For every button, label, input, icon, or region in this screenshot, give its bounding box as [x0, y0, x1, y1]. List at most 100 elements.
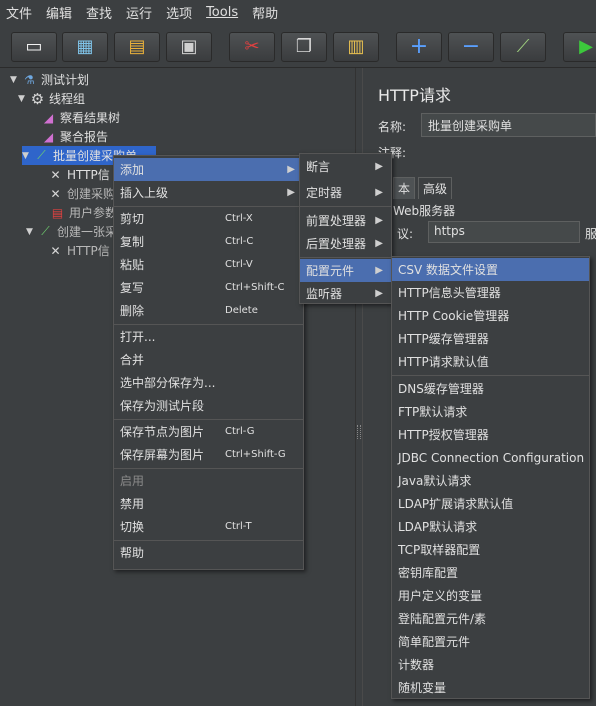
menu-item-csv-data-set[interactable]: CSV 数据文件设置 — [392, 258, 589, 281]
menu-help[interactable]: 帮助 — [252, 3, 278, 22]
cut-button[interactable]: ✂ — [229, 32, 275, 62]
menu-item-help[interactable]: 帮助 — [114, 541, 303, 564]
menu-item-request-defaults[interactable]: HTTP请求默认值 — [392, 350, 589, 373]
menu-item-counter[interactable]: 计数器 — [392, 653, 589, 676]
menu-item-label: DNS缓存管理器 — [398, 382, 484, 396]
expand-button[interactable]: + — [396, 32, 442, 62]
menu-tools[interactable]: Tools — [206, 5, 238, 20]
menu-item-jdbc-config[interactable]: JDBC Connection Configuration — [392, 446, 589, 469]
menu-item-assertions[interactable]: 断言 ▶ — [300, 155, 391, 178]
tab-advanced[interactable]: 高级 — [418, 177, 453, 199]
tree-node-view-results[interactable]: ◢ 察看结果树 — [41, 108, 120, 127]
copy-icon: ❐ — [295, 36, 313, 57]
menu-item-open[interactable]: 打开... — [114, 325, 303, 348]
menu-item-ftp-defaults[interactable]: FTP默认请求 — [392, 400, 589, 423]
menu-item-ldap-defaults[interactable]: LDAP默认请求 — [392, 515, 589, 538]
menu-item-cache-manager[interactable]: HTTP缓存管理器 — [392, 327, 589, 350]
menu-item-label: 前置处理器 — [306, 214, 367, 228]
shortcut-label: Ctrl+Shift-C — [225, 282, 285, 293]
menu-item-tcp-sampler-config[interactable]: TCP取样器配置 — [392, 538, 589, 561]
menu-item-dns-cache[interactable]: DNS缓存管理器 — [392, 377, 589, 400]
tree-node-create-purchase[interactable]: ✕ 创建采购 — [48, 184, 115, 203]
menu-item-label: 打开... — [120, 330, 156, 344]
new-button[interactable]: ▭ — [11, 32, 57, 62]
wand-icon: ⟋ — [516, 36, 530, 57]
open-button[interactable]: ▤ — [114, 32, 160, 62]
templates-button[interactable]: ▦ — [62, 32, 108, 62]
submenu-arrow-icon: ▶ — [375, 265, 383, 276]
menu-item-duplicate[interactable]: 复写 Ctrl+Shift-C — [114, 276, 303, 299]
menu-item-save-screen-image[interactable]: 保存屏幕为图片 Ctrl+Shift-G — [114, 443, 303, 466]
menu-item-java-defaults[interactable]: Java默认请求 — [392, 469, 589, 492]
shortcut-label: Delete — [225, 305, 258, 316]
tree-node-aggregate-report[interactable]: ◢ 聚合报告 — [41, 127, 108, 146]
menu-item-label: 复制 — [120, 235, 145, 249]
toggle-button[interactable]: ⟋ — [500, 32, 546, 62]
tree-node-http-1[interactable]: ✕ HTTP信 — [48, 165, 109, 184]
scissors-icon: ✂ — [244, 36, 260, 57]
menu-item-random-variable[interactable]: 随机变量 — [392, 676, 589, 699]
paste-button[interactable]: ▥ — [333, 32, 379, 62]
menu-item-paste[interactable]: 粘贴 Ctrl-V — [114, 253, 303, 276]
menu-item-user-variables[interactable]: 用户定义的变量 — [392, 584, 589, 607]
tree-node-user-params[interactable]: ▤ 用户参数 — [50, 203, 117, 222]
menu-item-toggle[interactable]: 切换 Ctrl-T — [114, 515, 303, 538]
name-input[interactable]: 批量创建采购单 — [421, 113, 596, 137]
config-elements-submenu: CSV 数据文件设置 HTTP信息头管理器 HTTP Cookie管理器 HTT… — [391, 256, 590, 699]
tree-label: 线程组 — [49, 92, 86, 106]
tree-node-create-one[interactable]: ▼ ⟋ 创建一张采 — [26, 222, 117, 241]
menu-run[interactable]: 运行 — [126, 3, 152, 22]
menu-item-label: 切换 — [120, 520, 145, 534]
shortcut-label: Ctrl+Shift-G — [225, 449, 286, 460]
menu-item-login-config[interactable]: 登陆配置元件/素 — [392, 607, 589, 630]
save-button[interactable]: ▣ — [166, 32, 212, 62]
web-server-label: Web服务器 — [393, 204, 456, 218]
menu-search[interactable]: 查找 — [86, 3, 112, 22]
menu-item-add[interactable]: 添加 ▶ — [114, 158, 303, 181]
menu-item-keystore-config[interactable]: 密钥库配置 — [392, 561, 589, 584]
menu-options[interactable]: 选项 — [166, 3, 192, 22]
menu-item-label: 保存为测试片段 — [120, 399, 205, 413]
menu-item-enable[interactable]: 启用 — [114, 469, 303, 492]
menu-edit[interactable]: 编辑 — [46, 3, 72, 22]
tree-node-thread-group[interactable]: ▼ ⚙ 线程组 — [18, 89, 85, 108]
shortcut-label: Ctrl-G — [225, 426, 255, 437]
menu-item-label: CSV 数据文件设置 — [398, 263, 499, 277]
copy-button[interactable]: ❐ — [281, 32, 327, 62]
menu-item-cookie-manager[interactable]: HTTP Cookie管理器 — [392, 304, 589, 327]
menu-item-auth-manager[interactable]: HTTP授权管理器 — [392, 423, 589, 446]
splitter-grip-icon[interactable] — [357, 425, 361, 439]
menu-item-post-processors[interactable]: 后置处理器 ▶ — [300, 232, 391, 255]
menu-item-label: 定时器 — [306, 186, 343, 200]
tree-node-test-plan[interactable]: ▼ ⚗ 测试计划 — [10, 70, 89, 89]
tab-basic[interactable]: 本 — [393, 177, 416, 199]
menu-file[interactable]: 文件 — [6, 3, 32, 22]
menu-item-label: 计数器 — [398, 658, 435, 672]
tree-node-http-2[interactable]: ✕ HTTP信 — [48, 241, 109, 260]
menu-item-simple-config[interactable]: 简单配置元件 — [392, 630, 589, 653]
menu-item-save-node-image[interactable]: 保存节点为图片 Ctrl-G — [114, 420, 303, 443]
menu-item-header-manager[interactable]: HTTP信息头管理器 — [392, 281, 589, 304]
protocol-input[interactable]: https — [428, 221, 580, 243]
menu-item-ldap-extended-defaults[interactable]: LDAP扩展请求默认值 — [392, 492, 589, 515]
menu-item-listeners[interactable]: 监听器 ▶ — [300, 282, 391, 305]
tree-label: 测试计划 — [41, 73, 90, 87]
server-label: 服 — [585, 227, 596, 241]
menu-item-label: 监听器 — [306, 287, 343, 301]
menu-item-label: 随机变量 — [398, 681, 447, 695]
menu-item-save-fragment[interactable]: 保存为测试片段 — [114, 394, 303, 417]
collapse-button[interactable]: − — [448, 32, 494, 62]
menu-item-merge[interactable]: 合并 — [114, 348, 303, 371]
menu-item-cut[interactable]: 剪切 Ctrl-X — [114, 207, 303, 230]
menu-item-disable[interactable]: 禁用 — [114, 492, 303, 515]
menu-item-label: 选中部分保存为... — [120, 376, 216, 390]
menu-item-delete[interactable]: 删除 Delete — [114, 299, 303, 322]
menu-item-config-elements[interactable]: 配置元件 ▶ — [300, 259, 391, 282]
start-button[interactable]: ▶ — [563, 32, 596, 62]
menu-item-copy[interactable]: 复制 Ctrl-C — [114, 230, 303, 253]
menu-item-pre-processors[interactable]: 前置处理器 ▶ — [300, 209, 391, 232]
menu-item-save-selection[interactable]: 选中部分保存为... — [114, 371, 303, 394]
menu-item-timers[interactable]: 定时器 ▶ — [300, 181, 391, 204]
flask-icon: ⚗ — [24, 72, 35, 87]
menu-item-insert-parent[interactable]: 插入上级 ▶ — [114, 181, 303, 204]
